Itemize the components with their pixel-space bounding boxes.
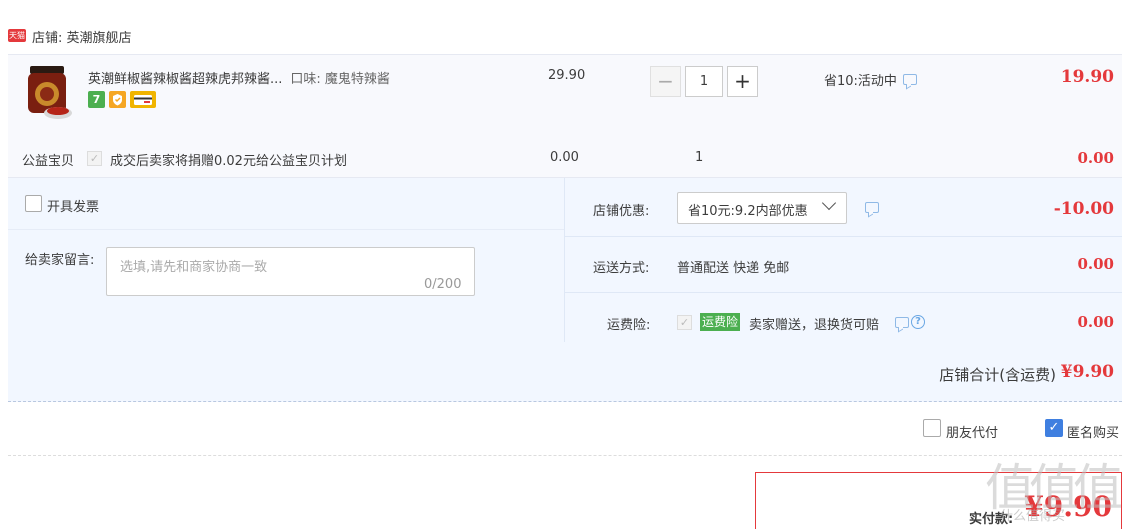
charity-price: 0.00	[550, 150, 579, 165]
insurance-icons: ?	[895, 315, 925, 329]
chat-icon[interactable]	[895, 316, 909, 328]
coupon-selected-value[interactable]: 省10元:9.2内部优惠	[688, 200, 808, 219]
divider	[564, 292, 1122, 293]
chat-icon[interactable]	[865, 202, 879, 213]
charity-subtotal: 0.00	[1077, 149, 1114, 167]
shipping-amount: 0.00	[1077, 255, 1114, 273]
divider	[8, 455, 1122, 456]
anonymous-label[interactable]: 匿名购买	[1067, 422, 1119, 441]
insurance-checkbox: ✓	[677, 315, 692, 330]
increment-button[interactable]: +	[727, 66, 758, 97]
coupon-label: 店铺优惠:	[593, 204, 650, 219]
promo-text: 省10:活动中	[824, 74, 897, 89]
seven-day-return-icon[interactable]: 7	[88, 91, 105, 108]
insurance-text: 卖家赠送，退换货可赔	[749, 318, 880, 333]
item-subtotal: 19.90	[1060, 67, 1114, 87]
product-image[interactable]	[22, 64, 76, 122]
promo-info: 省10:活动中	[824, 70, 917, 89]
charity-label: 公益宝贝	[22, 154, 75, 169]
shop-total-label: 店铺合计(含运费)	[939, 366, 1056, 384]
tmall-badge: 天猫	[8, 29, 26, 42]
shipping-method: 普通配送 快递 免邮	[677, 261, 790, 276]
invoice-label[interactable]: 开具发票	[47, 196, 99, 215]
invoice-checkbox[interactable]	[25, 195, 42, 212]
watermark-subtitle: 什么值得买	[1000, 509, 1066, 524]
insurance-amount: 0.00	[1077, 313, 1114, 331]
divider	[8, 229, 564, 230]
coupon-amount: -10.00	[1053, 199, 1114, 219]
shop-name[interactable]: 店铺: 英潮旗舰店	[32, 27, 132, 46]
friend-pay-label[interactable]: 朋友代付	[946, 422, 998, 441]
friend-pay-checkbox[interactable]	[923, 419, 941, 437]
credit-card-icon[interactable]	[130, 91, 156, 108]
product-sku: 口味: 魔鬼特辣酱	[290, 72, 390, 87]
shipping-label: 运送方式:	[593, 261, 650, 276]
shop-total-value: ¥9.90	[1060, 362, 1114, 382]
quantity-input[interactable]: 1	[685, 66, 723, 97]
chat-icon[interactable]	[902, 74, 917, 85]
anonymous-checkbox[interactable]: ✓	[1045, 419, 1063, 437]
divider	[564, 236, 1122, 237]
decrement-button[interactable]: −	[650, 66, 681, 97]
help-icon[interactable]: ?	[911, 315, 925, 329]
charity-quantity: 1	[695, 150, 704, 165]
unit-price: 29.90	[548, 68, 586, 83]
message-char-count: 0/200	[424, 277, 462, 292]
message-placeholder: 选填,请先和商家协商一致	[120, 260, 268, 275]
service-tags: 7	[88, 91, 156, 108]
product-title-row: 英潮鲜椒酱辣椒酱超辣虎邦辣酱... 口味: 魔鬼特辣酱	[88, 68, 508, 87]
charity-checkbox: ✓	[87, 151, 102, 166]
charity-text: 成交后卖家将捐赠0.02元给公益宝贝计划	[110, 154, 347, 169]
insurance-label: 运费险:	[607, 318, 651, 333]
guarantee-shield-icon[interactable]	[109, 91, 126, 108]
insurance-badge: 运费险	[700, 313, 741, 331]
quantity-stepper: − 1 +	[650, 66, 758, 97]
message-label: 给卖家留言:	[25, 253, 95, 268]
product-title[interactable]: 英潮鲜椒酱辣椒酱超辣虎邦辣酱...	[88, 72, 282, 87]
